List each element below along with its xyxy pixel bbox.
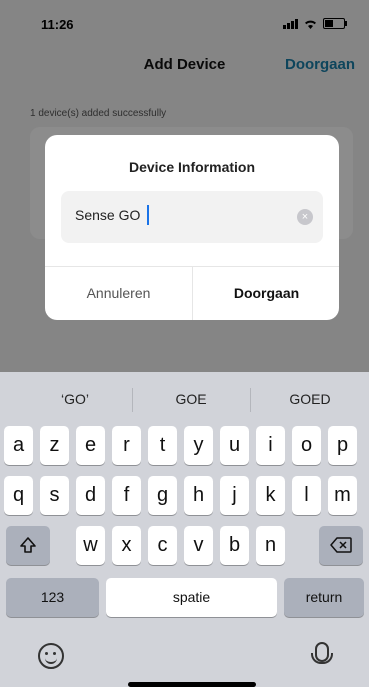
key-j[interactable]: j bbox=[220, 476, 249, 515]
emoji-face-icon[interactable] bbox=[38, 643, 64, 669]
return-key[interactable]: return bbox=[284, 578, 364, 617]
key-r[interactable]: r bbox=[112, 426, 141, 465]
key-b[interactable]: b bbox=[220, 526, 249, 565]
key-i[interactable]: i bbox=[256, 426, 285, 465]
shift-arrow-icon bbox=[20, 537, 36, 553]
key-h[interactable]: h bbox=[184, 476, 213, 515]
key-o[interactable]: o bbox=[292, 426, 321, 465]
cancel-button[interactable]: Annuleren bbox=[45, 266, 192, 320]
shift-key[interactable] bbox=[6, 526, 50, 565]
key-s[interactable]: s bbox=[40, 476, 69, 515]
key-g[interactable]: g bbox=[148, 476, 177, 515]
home-indicator bbox=[128, 682, 256, 687]
suggestion-2[interactable]: GOE bbox=[131, 391, 251, 407]
confirm-button[interactable]: Doorgaan bbox=[193, 266, 339, 320]
key-u[interactable]: u bbox=[220, 426, 249, 465]
backspace-icon bbox=[330, 537, 352, 553]
key-z[interactable]: z bbox=[40, 426, 69, 465]
space-key[interactable]: spatie bbox=[106, 578, 277, 617]
key-m[interactable]: m bbox=[328, 476, 357, 515]
key-y[interactable]: y bbox=[184, 426, 213, 465]
key-a[interactable]: a bbox=[4, 426, 33, 465]
key-c[interactable]: c bbox=[148, 526, 177, 565]
key-k[interactable]: k bbox=[256, 476, 285, 515]
key-q[interactable]: q bbox=[4, 476, 33, 515]
text-caret bbox=[147, 205, 149, 225]
clear-icon[interactable]: × bbox=[297, 209, 313, 225]
key-f[interactable]: f bbox=[112, 476, 141, 515]
key-d[interactable]: d bbox=[76, 476, 105, 515]
key-w[interactable]: w bbox=[76, 526, 105, 565]
device-information-dialog: Device Information × Annuleren Doorgaan bbox=[45, 135, 339, 320]
suggestion-1[interactable]: ‘GO’ bbox=[15, 391, 135, 407]
numbers-key[interactable]: 123 bbox=[6, 578, 99, 617]
key-v[interactable]: v bbox=[184, 526, 213, 565]
suggestion-bar: ‘GO’ GOE GOED bbox=[0, 372, 369, 426]
key-x[interactable]: x bbox=[112, 526, 141, 565]
device-name-field[interactable]: × bbox=[61, 191, 323, 243]
dialog-title: Device Information bbox=[128, 159, 256, 175]
delete-key[interactable] bbox=[319, 526, 363, 565]
key-l[interactable]: l bbox=[292, 476, 321, 515]
key-p[interactable]: p bbox=[328, 426, 357, 465]
keyboard-bottom-bar bbox=[0, 636, 369, 687]
key-n[interactable]: n bbox=[256, 526, 285, 565]
microphone-icon[interactable] bbox=[311, 642, 333, 664]
suggestion-3[interactable]: GOED bbox=[250, 391, 369, 407]
device-name-input[interactable] bbox=[75, 207, 285, 223]
key-e[interactable]: e bbox=[76, 426, 105, 465]
key-t[interactable]: t bbox=[148, 426, 177, 465]
